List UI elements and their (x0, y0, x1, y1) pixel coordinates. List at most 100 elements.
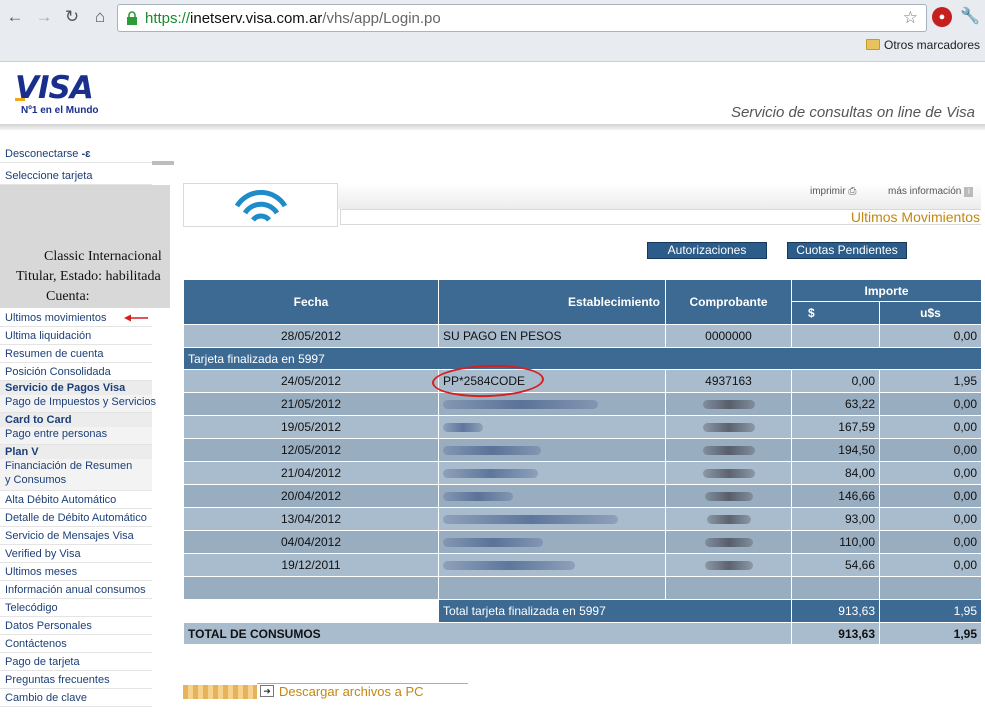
card-total-dolares: 1,95 (878, 599, 983, 623)
logo-tagline: Nº1 en el Mundo (21, 105, 99, 116)
print-link[interactable]: imprimir ⎙ (810, 186, 856, 197)
select-card-link[interactable]: Seleccione tarjeta (0, 167, 152, 185)
cell-comprobante: 4937163 (665, 369, 792, 393)
sidebar-item-consumos[interactable]: y Consumos (0, 473, 152, 491)
back-icon[interactable]: ← (4, 6, 26, 28)
address-bar[interactable]: https://inetserv.visa.com.ar/vhs/app/Log… (117, 4, 927, 32)
wifi-logo-box (183, 183, 338, 227)
sidebar-item-ultimos-meses[interactable]: Ultimos meses (0, 563, 152, 581)
card-info-panel: Classic Internacional Titular, Estado: h… (0, 185, 170, 308)
logo-stripe (15, 98, 25, 101)
sidebar-shadow (152, 161, 174, 165)
cell-comprobante-redacted (665, 484, 792, 508)
sidebar-item-posicion[interactable]: Posición Consolidada (0, 363, 152, 381)
info-icon: i (964, 187, 974, 197)
table-row: 21/05/2012 63,22 0,00 (183, 392, 983, 416)
cell-fecha: 19/12/2011 (183, 553, 439, 577)
cell-fecha: 20/04/2012 (183, 484, 439, 508)
grand-total-label: TOTAL DE CONSUMOS (183, 622, 792, 645)
card-product: Classic Internacional (44, 249, 162, 264)
cell-establecimiento-redacted (438, 415, 666, 439)
download-arrow-icon: ➜ (260, 685, 274, 697)
sidebar-item-mensajes[interactable]: Servicio de Mensajes Visa (0, 527, 152, 545)
wrench-icon[interactable]: 🔧 (960, 6, 980, 26)
cell-fecha: 24/05/2012 (183, 369, 439, 393)
grand-total-row: TOTAL DE CONSUMOS 913,63 1,95 (183, 622, 983, 645)
bookmark-star-icon[interactable]: ☆ (903, 8, 918, 28)
forward-icon[interactable]: → (33, 6, 55, 28)
card-total-label: Total tarjeta finalizada en 5997 (438, 599, 792, 623)
visa-logo[interactable]: VISA (15, 70, 94, 106)
transactions-table: Fecha Establecimiento Comprobante Import… (182, 279, 983, 645)
sidebar-item-pago-personas[interactable]: Pago entre personas (0, 427, 152, 445)
sidebar-item-alta-debito[interactable]: Alta Débito Automático (0, 491, 152, 509)
header-dolares: u$s (878, 301, 983, 325)
extension-stop-icon[interactable]: ● (932, 7, 952, 27)
sidebar-item-verified[interactable]: Verified by Visa (0, 545, 152, 563)
sidebar-menu: Ultimos movimientos Ultima liquidación R… (0, 309, 156, 707)
table-row: 12/05/2012 194,50 0,00 (183, 438, 983, 462)
sidebar-item-resumen[interactable]: Resumen de cuenta (0, 345, 152, 363)
cell-pesos: 93,00 (791, 507, 880, 531)
grand-total-pesos: 913,63 (791, 622, 880, 645)
card-total-pesos: 913,63 (791, 599, 880, 623)
installments-button[interactable]: Cuotas Pendientes (787, 242, 907, 259)
sidebar-item-contactenos[interactable]: Contáctenos (0, 635, 152, 653)
toolbar-strip (338, 183, 981, 209)
table-row: 13/04/2012 93,00 0,00 (183, 507, 983, 531)
cell-comprobante-redacted (665, 438, 792, 462)
header-divider (0, 124, 985, 130)
sidebar-item-financiacion[interactable]: Financiación de Resumen (0, 459, 152, 473)
cell-comprobante-redacted (665, 415, 792, 439)
cell-fecha: 13/04/2012 (183, 507, 439, 531)
table-row: 21/04/2012 84,00 0,00 (183, 461, 983, 485)
cell-establecimiento-redacted (438, 530, 666, 554)
signal-icon (234, 190, 288, 222)
cell-dolares: 0,00 (878, 553, 983, 577)
sidebar-item-info-anual[interactable]: Información anual consumos (0, 581, 152, 599)
sidebar-item-datos[interactable]: Datos Personales (0, 617, 152, 635)
sidebar-item-cambio-clave[interactable]: Cambio de clave (0, 689, 152, 707)
cell-dolares: 0,00 (878, 530, 983, 554)
sidebar-item-pago-impuestos[interactable]: Pago de Impuestos y Servicios (0, 395, 156, 413)
page-title: Ultimos Movimientos (850, 209, 980, 225)
cell-pesos: 84,00 (791, 461, 880, 485)
cell-establecimiento-redacted (438, 438, 666, 462)
cell-pesos: 110,00 (791, 530, 880, 554)
cell-comprobante-redacted (665, 392, 792, 416)
table-row: 28/05/2012 SU PAGO EN PESOS 0000000 0,00 (183, 324, 983, 348)
authorizations-button[interactable]: Autorizaciones (647, 242, 767, 259)
card-total-row: Total tarjeta finalizada en 5997 913,63 … (183, 599, 983, 623)
sidebar-item-preguntas[interactable]: Preguntas frecuentes (0, 671, 152, 689)
cell-fecha: 19/05/2012 (183, 415, 439, 439)
cell-comprobante-redacted (665, 530, 792, 554)
table-row: 24/05/2012 PP*2584CODE 4937163 0,00 1,95 (183, 363, 983, 399)
sidebar-item-telecodigo[interactable]: Telecódigo (0, 599, 152, 617)
cell-establecimiento-redacted (438, 484, 666, 508)
cell-establecimiento-redacted (438, 553, 666, 577)
cell-dolares: 0,00 (878, 461, 983, 485)
bookmark-folder[interactable]: Otros marcadores (866, 38, 980, 52)
cell-dolares: 0,00 (878, 415, 983, 439)
cell-pesos: 167,59 (791, 415, 880, 439)
sidebar-group-plan-v[interactable]: Plan V (0, 445, 152, 459)
url-text: https://inetserv.visa.com.ar/vhs/app/Log… (145, 10, 441, 27)
reload-icon[interactable]: ↻ (61, 6, 83, 28)
home-icon[interactable]: ⌂ (89, 6, 111, 28)
more-info-link[interactable]: más información i (888, 186, 974, 197)
sidebar-item-detalle-debito[interactable]: Detalle de Débito Automático (0, 509, 152, 527)
cell-establecimiento: PP*2584CODE (431, 363, 666, 399)
sidebar-group-pagos-visa[interactable]: Servicio de Pagos Visa (0, 381, 152, 395)
card-holder-status: Titular, Estado: habilitada (16, 269, 161, 284)
sidebar-item-pago-tarjeta[interactable]: Pago de tarjeta (0, 653, 152, 671)
header-fecha: Fecha (183, 279, 439, 325)
sidebar-item-ultima-liquidacion[interactable]: Ultima liquidación (0, 327, 152, 345)
cell-dolares: 0,00 (878, 507, 983, 531)
header-importe: Importe (790, 279, 983, 302)
empty-row (183, 576, 983, 600)
sidebar-group-card-to-card[interactable]: Card to Card (0, 413, 152, 427)
download-link[interactable]: ➜ Descargar archivos a PC (183, 683, 468, 699)
cell-fecha: 21/04/2012 (183, 461, 439, 485)
download-label: Descargar archivos a PC (279, 684, 424, 699)
logout-link[interactable]: Desconectarse -ɛ (0, 145, 152, 163)
